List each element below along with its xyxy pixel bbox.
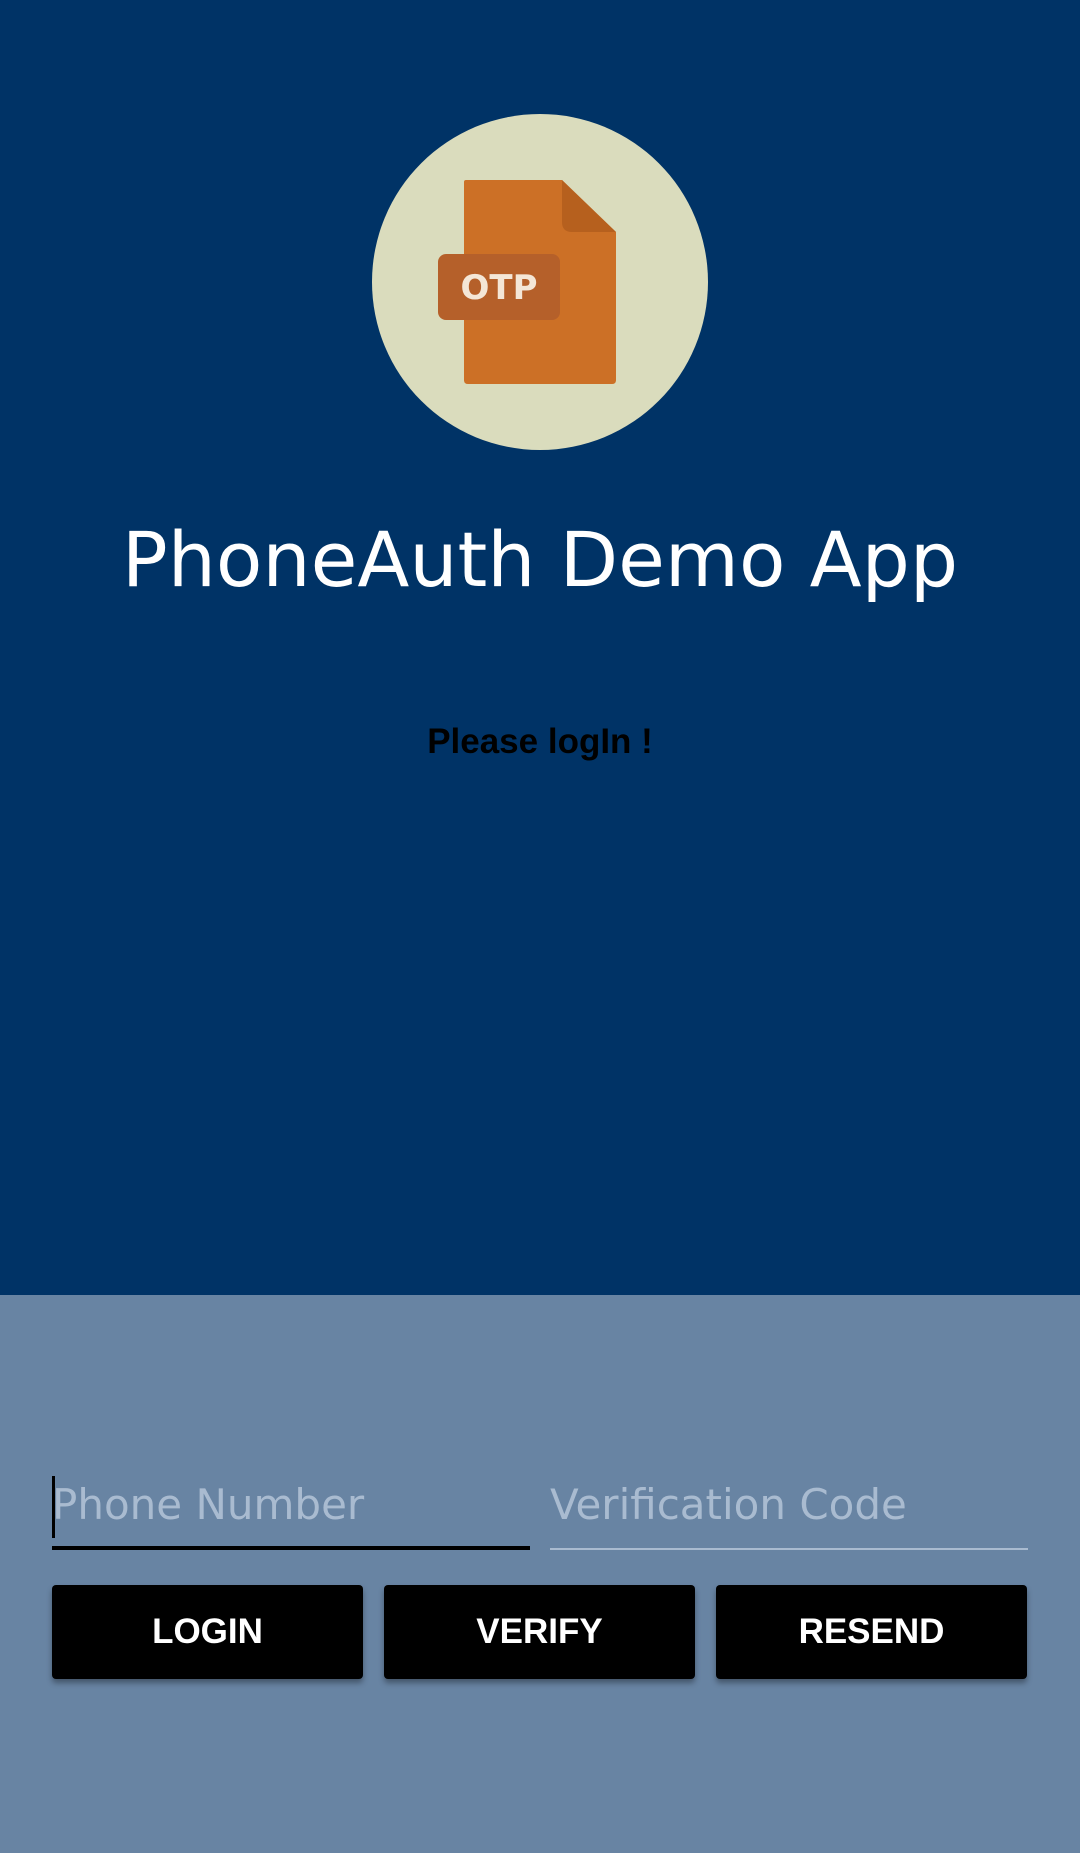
login-status-text: Please logIn ! [427, 722, 653, 761]
verification-code-field[interactable] [550, 1470, 1028, 1550]
verification-code-input[interactable] [550, 1470, 1028, 1538]
app-logo: OTP [372, 114, 708, 450]
logo-text: OTP [460, 268, 537, 308]
otp-file-icon: OTP [438, 180, 616, 384]
login-screen: OTP PhoneAuth Demo App Please logIn ! LO… [0, 0, 1080, 1853]
header-panel: OTP PhoneAuth Demo App Please logIn ! [0, 0, 1080, 1295]
resend-button[interactable]: RESEND [716, 1585, 1027, 1679]
login-form-panel [0, 1295, 1080, 1853]
app-title: PhoneAuth Demo App [121, 515, 959, 604]
phone-number-input[interactable] [52, 1470, 530, 1538]
text-cursor [52, 1476, 55, 1538]
login-button[interactable]: LOGIN [52, 1585, 363, 1679]
phone-number-field[interactable] [52, 1470, 530, 1550]
verify-button[interactable]: VERIFY [384, 1585, 695, 1679]
